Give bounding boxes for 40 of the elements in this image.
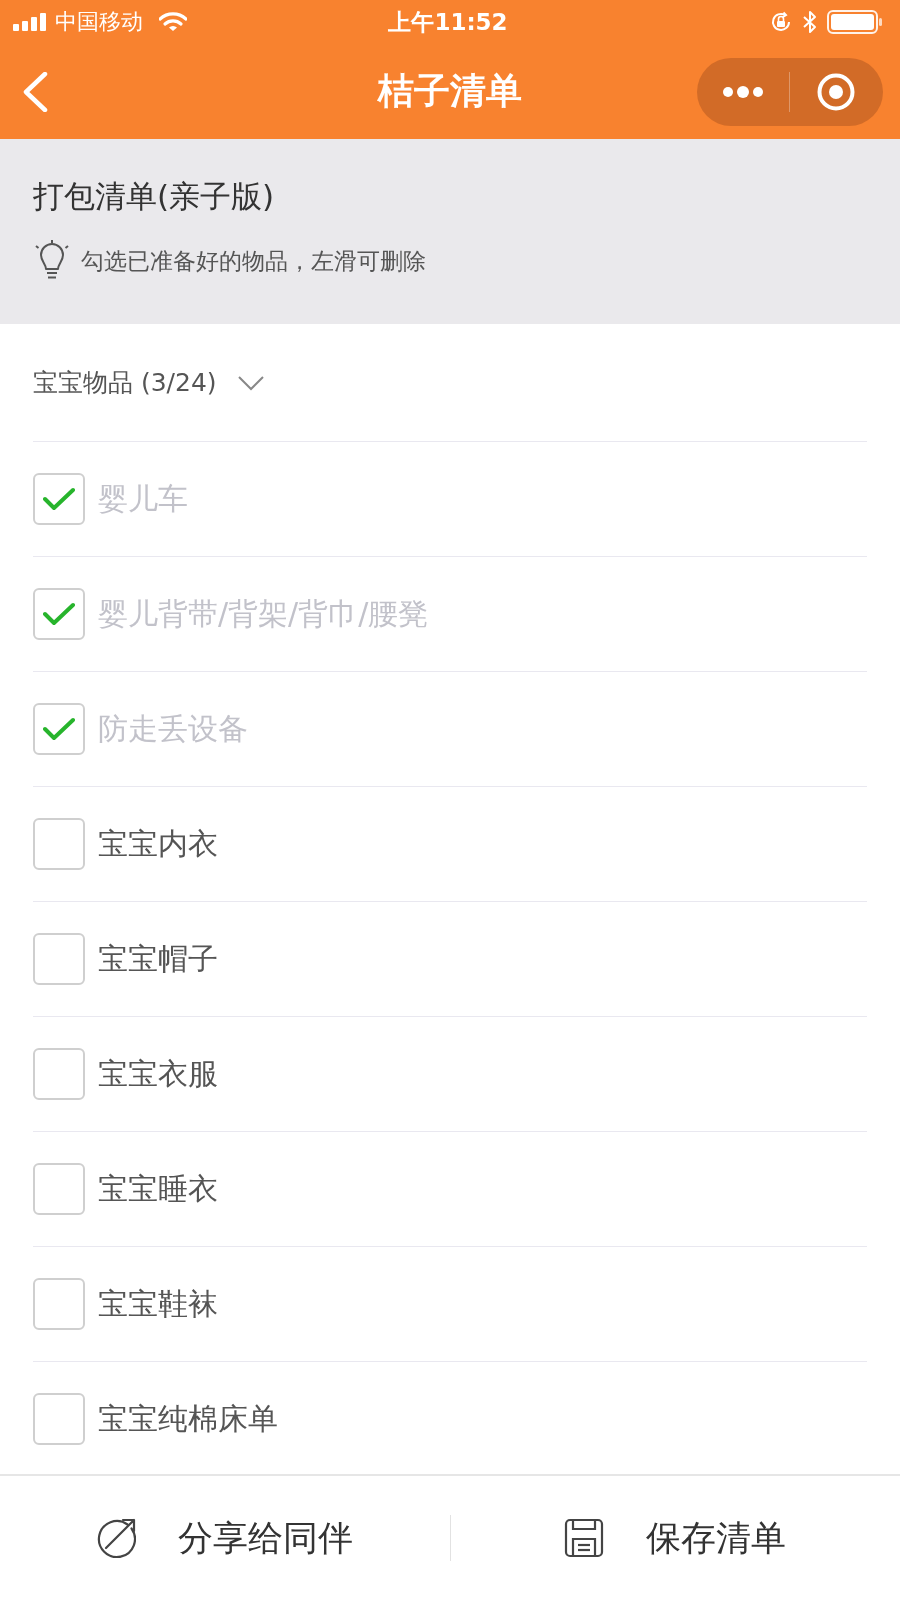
checkbox[interactable]: [33, 588, 85, 640]
item-label: 宝宝衣服: [98, 1054, 218, 1093]
item-label: 宝宝鞋袜: [98, 1284, 218, 1323]
item-label: 宝宝帽子: [98, 939, 218, 978]
checkbox[interactable]: [33, 703, 85, 755]
save-button[interactable]: 保存清单: [450, 1476, 900, 1600]
back-button[interactable]: [22, 71, 48, 112]
battery-icon: [827, 10, 883, 34]
checkbox[interactable]: [33, 473, 85, 525]
hint-text: 勾选已准备好的物品，左滑可删除: [81, 246, 426, 276]
checkmark-icon: [43, 717, 75, 741]
item-label: 防走丢设备: [98, 709, 248, 748]
share-icon: [96, 1518, 137, 1558]
item-label: 婴儿背带/背架/背巾/腰凳: [98, 594, 429, 633]
item-label: 婴儿车: [98, 479, 188, 518]
save-icon: [564, 1518, 605, 1558]
item-label: 宝宝纯棉床单: [98, 1399, 278, 1438]
category-toggle[interactable]: 宝宝物品 (3/24): [0, 324, 265, 441]
list-title: 打包清单(亲子版): [33, 177, 276, 216]
item-label: 宝宝内衣: [98, 824, 218, 863]
carrier-name: 中国移动: [55, 8, 143, 36]
checkbox[interactable]: [33, 1278, 85, 1330]
item-label: 宝宝睡衣: [98, 1169, 218, 1208]
share-button[interactable]: 分享给同伴: [0, 1476, 450, 1600]
signal-icon: [13, 13, 47, 31]
target-icon: [817, 72, 855, 111]
rotation-lock-icon: [769, 10, 793, 34]
checkmark-icon: [43, 487, 75, 511]
checkbox[interactable]: [33, 933, 85, 985]
bluetooth-icon: [803, 10, 817, 34]
checkbox[interactable]: [33, 1393, 85, 1445]
wifi-icon: [159, 12, 187, 32]
status-time: 上午11:52: [388, 7, 508, 37]
checkbox[interactable]: [33, 1048, 85, 1100]
more-icon: [723, 85, 763, 98]
checkbox[interactable]: [33, 1163, 85, 1215]
checkmark-icon: [43, 602, 75, 626]
page-title: 桔子清单: [378, 69, 522, 113]
checkbox[interactable]: [33, 818, 85, 870]
back-icon: [22, 71, 48, 112]
